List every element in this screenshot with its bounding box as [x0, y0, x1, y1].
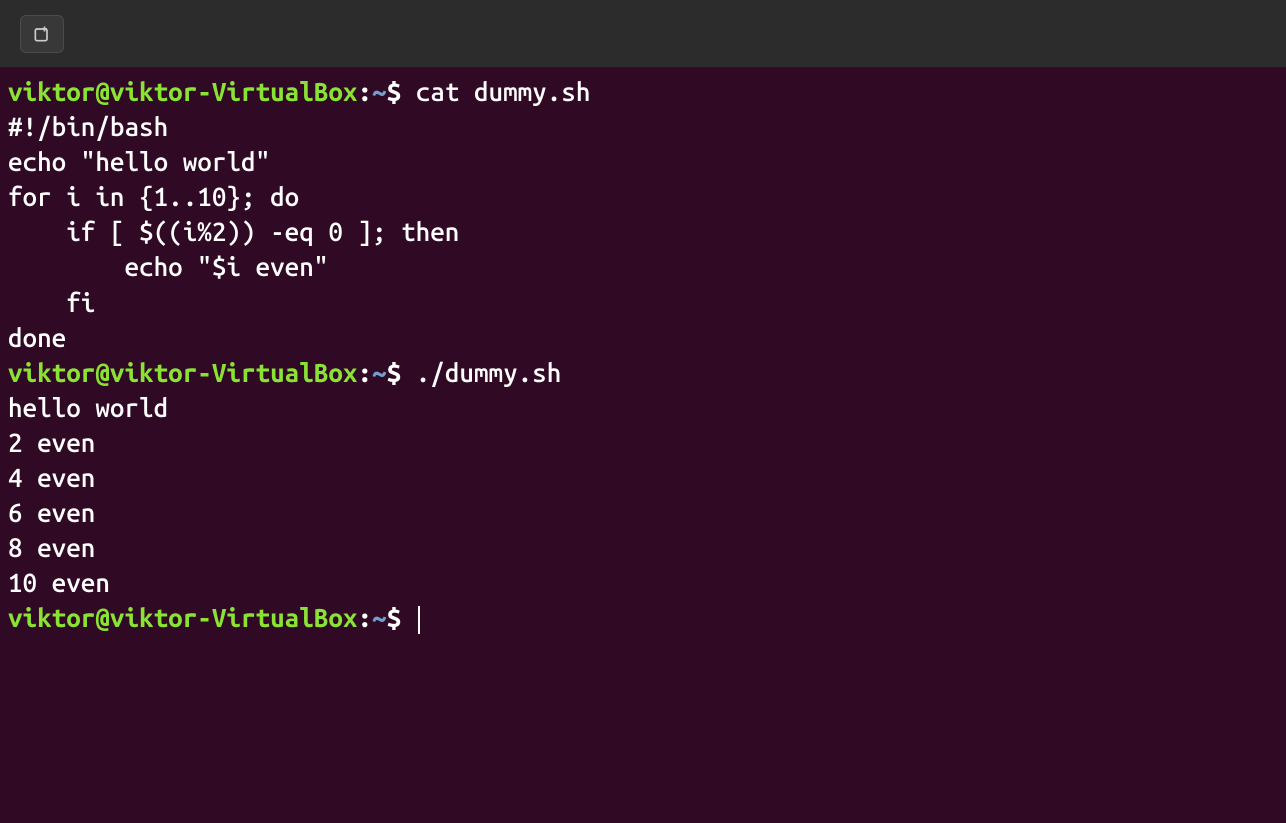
output-line: fi — [8, 285, 1278, 320]
output-line: for i in {1..10}; do — [8, 179, 1278, 214]
command-text: cat dummy.sh — [416, 77, 591, 106]
command-text: ./dummy.sh — [416, 358, 562, 387]
new-tab-button[interactable] — [20, 15, 64, 53]
output-line: 8 even — [8, 530, 1278, 565]
window-titlebar — [0, 0, 1286, 68]
prompt-user-host: viktor@viktor-VirtualBox — [8, 358, 357, 387]
output-line: 10 even — [8, 565, 1278, 600]
terminal-line: viktor@viktor-VirtualBox:~$ ./dummy.sh — [8, 355, 1278, 390]
output-line: 6 even — [8, 495, 1278, 530]
terminal-line: viktor@viktor-VirtualBox:~$ — [8, 600, 1278, 635]
output-line: done — [8, 320, 1278, 355]
terminal-line: viktor@viktor-VirtualBox:~$ cat dummy.sh — [8, 74, 1278, 109]
output-line: hello world — [8, 390, 1278, 425]
prompt-user-host: viktor@viktor-VirtualBox — [8, 603, 357, 632]
output-line: #!/bin/bash — [8, 109, 1278, 144]
output-line: if [ $((i%2)) -eq 0 ]; then — [8, 214, 1278, 249]
new-tab-icon — [32, 24, 52, 44]
prompt-user-host: viktor@viktor-VirtualBox — [8, 77, 357, 106]
prompt-path: ~ — [372, 77, 387, 106]
prompt-sigil: $ — [387, 358, 402, 387]
output-line: echo "$i even" — [8, 249, 1278, 284]
prompt-sigil: $ — [387, 77, 402, 106]
prompt-path: ~ — [372, 603, 387, 632]
output-line: 2 even — [8, 425, 1278, 460]
cursor-icon — [418, 606, 420, 634]
prompt-path: ~ — [372, 358, 387, 387]
output-line: echo "hello world" — [8, 144, 1278, 179]
prompt-separator: : — [357, 358, 372, 387]
prompt-separator: : — [357, 603, 372, 632]
terminal-output-area[interactable]: viktor@viktor-VirtualBox:~$ cat dummy.sh… — [0, 68, 1286, 642]
prompt-sigil: $ — [387, 603, 402, 632]
prompt-separator: : — [357, 77, 372, 106]
output-line: 4 even — [8, 460, 1278, 495]
